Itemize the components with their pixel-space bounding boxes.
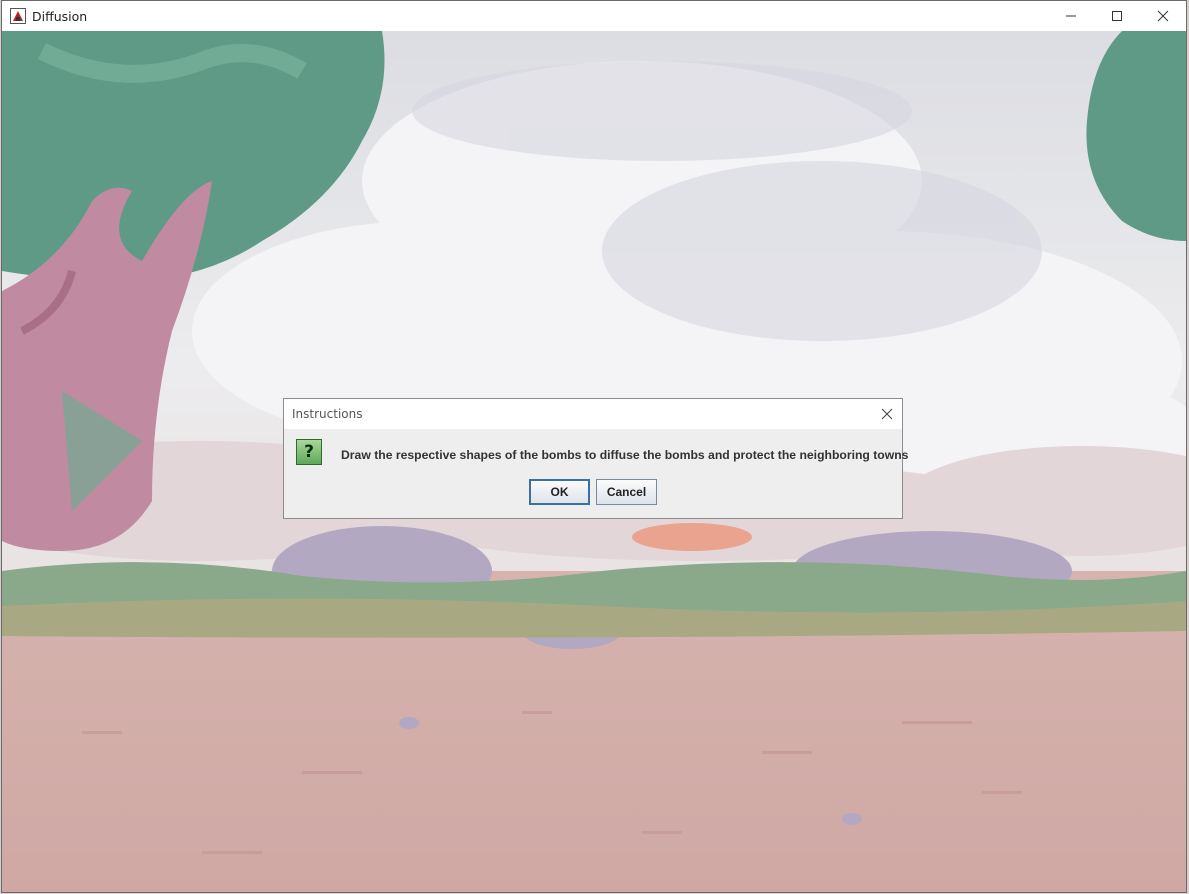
dialog-buttons: OK Cancel bbox=[529, 479, 657, 505]
close-icon bbox=[1157, 10, 1169, 22]
app-icon bbox=[10, 8, 26, 24]
close-button[interactable] bbox=[1140, 1, 1186, 31]
title-bar[interactable]: Diffusion bbox=[2, 1, 1186, 31]
window-title: Diffusion bbox=[32, 8, 88, 24]
ok-button[interactable]: OK bbox=[529, 479, 590, 505]
dialog-close-button[interactable] bbox=[872, 399, 902, 429]
instructions-dialog: Instructions ? Draw the respective shape… bbox=[283, 398, 908, 519]
dialog-title-bar[interactable]: Instructions bbox=[284, 399, 902, 429]
minimize-button[interactable] bbox=[1048, 1, 1094, 31]
dialog-title: Instructions bbox=[292, 407, 363, 421]
minimize-icon bbox=[1066, 15, 1076, 17]
maximize-icon bbox=[1112, 11, 1122, 21]
question-icon: ? bbox=[296, 439, 322, 465]
maximize-button[interactable] bbox=[1094, 1, 1140, 31]
cancel-button[interactable]: Cancel bbox=[596, 479, 657, 505]
window-controls bbox=[1048, 1, 1186, 31]
dialog-message: Draw the respective shapes of the bombs … bbox=[341, 448, 909, 462]
close-icon bbox=[881, 408, 893, 420]
